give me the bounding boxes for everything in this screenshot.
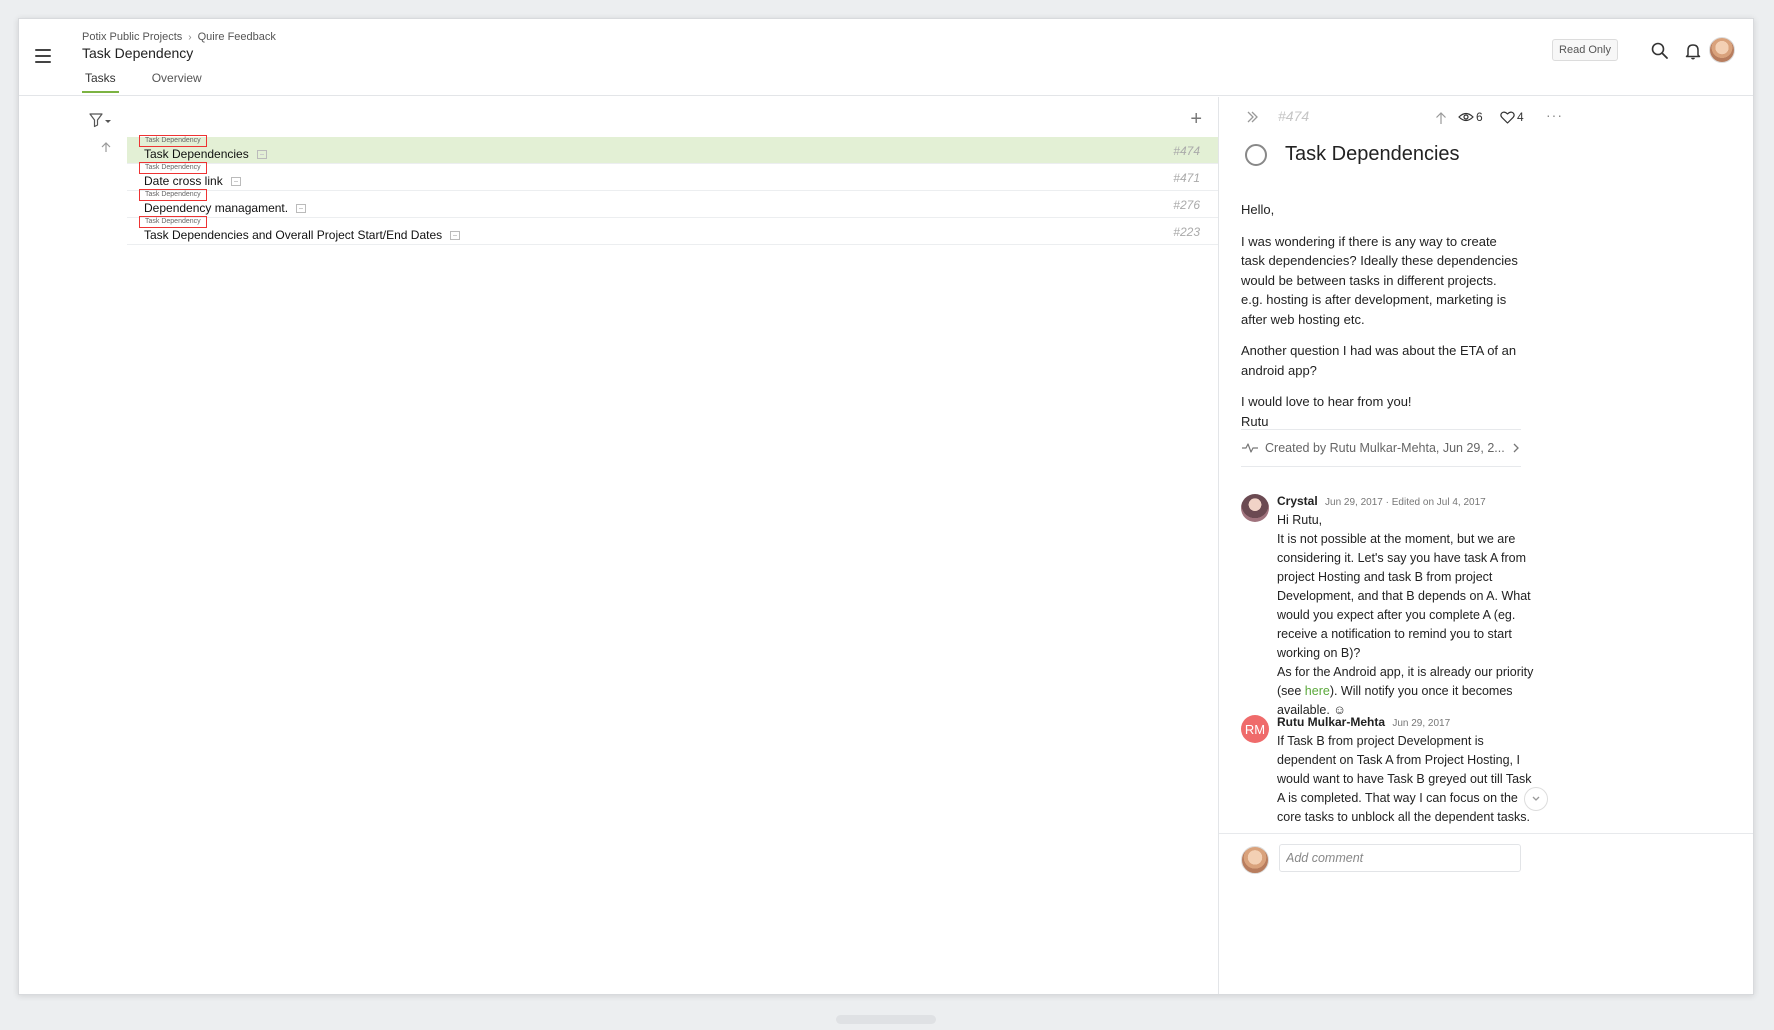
task-id: #474 xyxy=(1173,144,1200,158)
comment-body: Crystal Jun 29, 2017 · Edited on Jul 4, … xyxy=(1277,494,1539,720)
search-icon[interactable] xyxy=(1650,41,1670,61)
avatar[interactable]: RM xyxy=(1241,715,1269,743)
task-name-text: Task Dependencies xyxy=(144,147,249,161)
tag-label: Task Dependency xyxy=(139,189,207,201)
watchers-count: 6 xyxy=(1476,110,1483,124)
comment-author[interactable]: Crystal xyxy=(1277,494,1318,508)
arrow-up-icon[interactable] xyxy=(100,141,112,153)
chevron-right-icon: › xyxy=(188,31,192,43)
avatar[interactable] xyxy=(1241,494,1269,522)
breadcrumb: Potix Public Projects › Quire Feedback xyxy=(82,31,276,43)
description-paragraph: I would love to hear from you! Rutu xyxy=(1241,394,1412,429)
task-title: Task Dependencies xyxy=(1285,143,1460,165)
task-panel: + Task Dependency Task Dependencies #474… xyxy=(19,97,1218,994)
note-icon xyxy=(256,149,267,159)
tab-bar: Tasks Overview xyxy=(82,71,205,93)
tag-label: Task Dependency xyxy=(139,162,207,174)
note-icon xyxy=(450,230,461,240)
task-title: Date cross link xyxy=(144,174,241,188)
filter-icon[interactable] xyxy=(89,112,113,128)
comment-header: Crystal Jun 29, 2017 · Edited on Jul 4, … xyxy=(1277,494,1539,508)
task-detail-panel: #474 6 4 ··· Task Dependencies Hello, I … xyxy=(1218,97,1753,994)
like-button[interactable]: 4 xyxy=(1500,110,1524,124)
task-title: Dependency managament. xyxy=(144,201,307,215)
comment-input[interactable] xyxy=(1279,844,1521,872)
note-icon xyxy=(230,176,241,186)
activity-row[interactable]: Created by Rutu Mulkar-Mehta, Jun 29, 2.… xyxy=(1241,429,1521,467)
comment-composer xyxy=(1219,833,1753,897)
here-link[interactable]: here xyxy=(1305,684,1330,698)
comment-meta: Jun 29, 2017 · Edited on Jul 4, 2017 xyxy=(1325,497,1486,508)
header: Potix Public Projects › Quire Feedback T… xyxy=(19,19,1753,96)
read-only-badge: Read Only xyxy=(1552,39,1618,61)
likes-count: 4 xyxy=(1517,110,1524,124)
task-name-text: Date cross link xyxy=(144,174,223,188)
chevron-down-icon xyxy=(1532,796,1540,801)
watchers-button[interactable]: 6 xyxy=(1458,110,1483,124)
eye-icon xyxy=(1458,112,1474,122)
tab-overview[interactable]: Overview xyxy=(149,71,205,93)
avatar-initials: RM xyxy=(1244,721,1266,737)
description-paragraph: Hello, xyxy=(1241,202,1275,217)
task-name-text: Task Dependencies and Overall Project St… xyxy=(144,228,443,242)
comment-meta: Jun 29, 2017 xyxy=(1392,718,1451,729)
task-description: Hello, I was wondering if there is any w… xyxy=(1241,200,1521,443)
created-by-text: Created by Rutu Mulkar-Mehta, Jun 29, 2.… xyxy=(1265,441,1505,455)
task-row[interactable]: Task Dependency Date cross link #471 xyxy=(127,162,1218,191)
app-window: Potix Public Projects › Quire Feedback T… xyxy=(18,18,1754,995)
avatar[interactable] xyxy=(1709,37,1735,63)
comment-text: Hi Rutu, It is not possible at the momen… xyxy=(1277,511,1539,720)
avatar xyxy=(1241,846,1269,874)
activity-icon xyxy=(1242,443,1258,453)
tag-label: Task Dependency xyxy=(139,135,207,147)
tag-label: Task Dependency xyxy=(139,216,207,228)
double-chevron-right-icon[interactable] xyxy=(1245,109,1261,125)
task-name-text: Dependency managament. xyxy=(144,201,289,215)
complete-checkbox[interactable] xyxy=(1245,144,1267,166)
breadcrumb-item[interactable]: Quire Feedback xyxy=(198,31,276,43)
description-paragraph: Another question I had was about the ETA… xyxy=(1241,343,1517,378)
comment-body: Rutu Mulkar-Mehta Jun 29, 2017 If Task B… xyxy=(1277,715,1539,827)
task-row[interactable]: Task Dependency Task Dependencies and Ov… xyxy=(127,216,1218,245)
tab-tasks[interactable]: Tasks xyxy=(82,71,119,93)
task-number: #474 xyxy=(1278,108,1310,124)
heart-icon xyxy=(1500,111,1515,124)
detail-toolbar: #474 6 4 ··· xyxy=(1219,97,1753,137)
comment-text: If Task B from project Development is de… xyxy=(1277,734,1532,824)
task-id: #276 xyxy=(1173,198,1200,212)
task-list: Task Dependency Task Dependencies #474 T… xyxy=(127,135,1218,245)
task-id: #223 xyxy=(1173,225,1200,239)
task-title: Task Dependencies xyxy=(144,147,267,161)
menu-icon[interactable] xyxy=(35,49,51,63)
add-task-button[interactable]: + xyxy=(1190,109,1202,129)
arrow-up-icon[interactable] xyxy=(1434,111,1448,125)
breadcrumb-item[interactable]: Potix Public Projects xyxy=(82,31,182,43)
task-title: Task Dependencies and Overall Project St… xyxy=(144,228,461,242)
page-title: Task Dependency xyxy=(82,45,194,61)
chevron-right-icon xyxy=(1513,443,1519,453)
more-icon[interactable]: ··· xyxy=(1546,107,1563,123)
home-indicator xyxy=(836,1015,936,1024)
description-paragraph: I was wondering if there is any way to c… xyxy=(1241,233,1518,327)
comment-header: Rutu Mulkar-Mehta Jun 29, 2017 xyxy=(1277,715,1539,729)
task-id: #471 xyxy=(1173,171,1200,185)
task-row[interactable]: Task Dependency Dependency managament. #… xyxy=(127,189,1218,218)
task-row[interactable]: Task Dependency Task Dependencies #474 xyxy=(127,135,1218,164)
note-icon xyxy=(296,203,307,213)
comment-text-part: Hi Rutu, It is not possible at the momen… xyxy=(1277,513,1534,698)
bell-icon[interactable] xyxy=(1683,41,1703,61)
comment-author[interactable]: Rutu Mulkar-Mehta xyxy=(1277,715,1385,729)
scroll-down-button[interactable] xyxy=(1524,787,1548,811)
